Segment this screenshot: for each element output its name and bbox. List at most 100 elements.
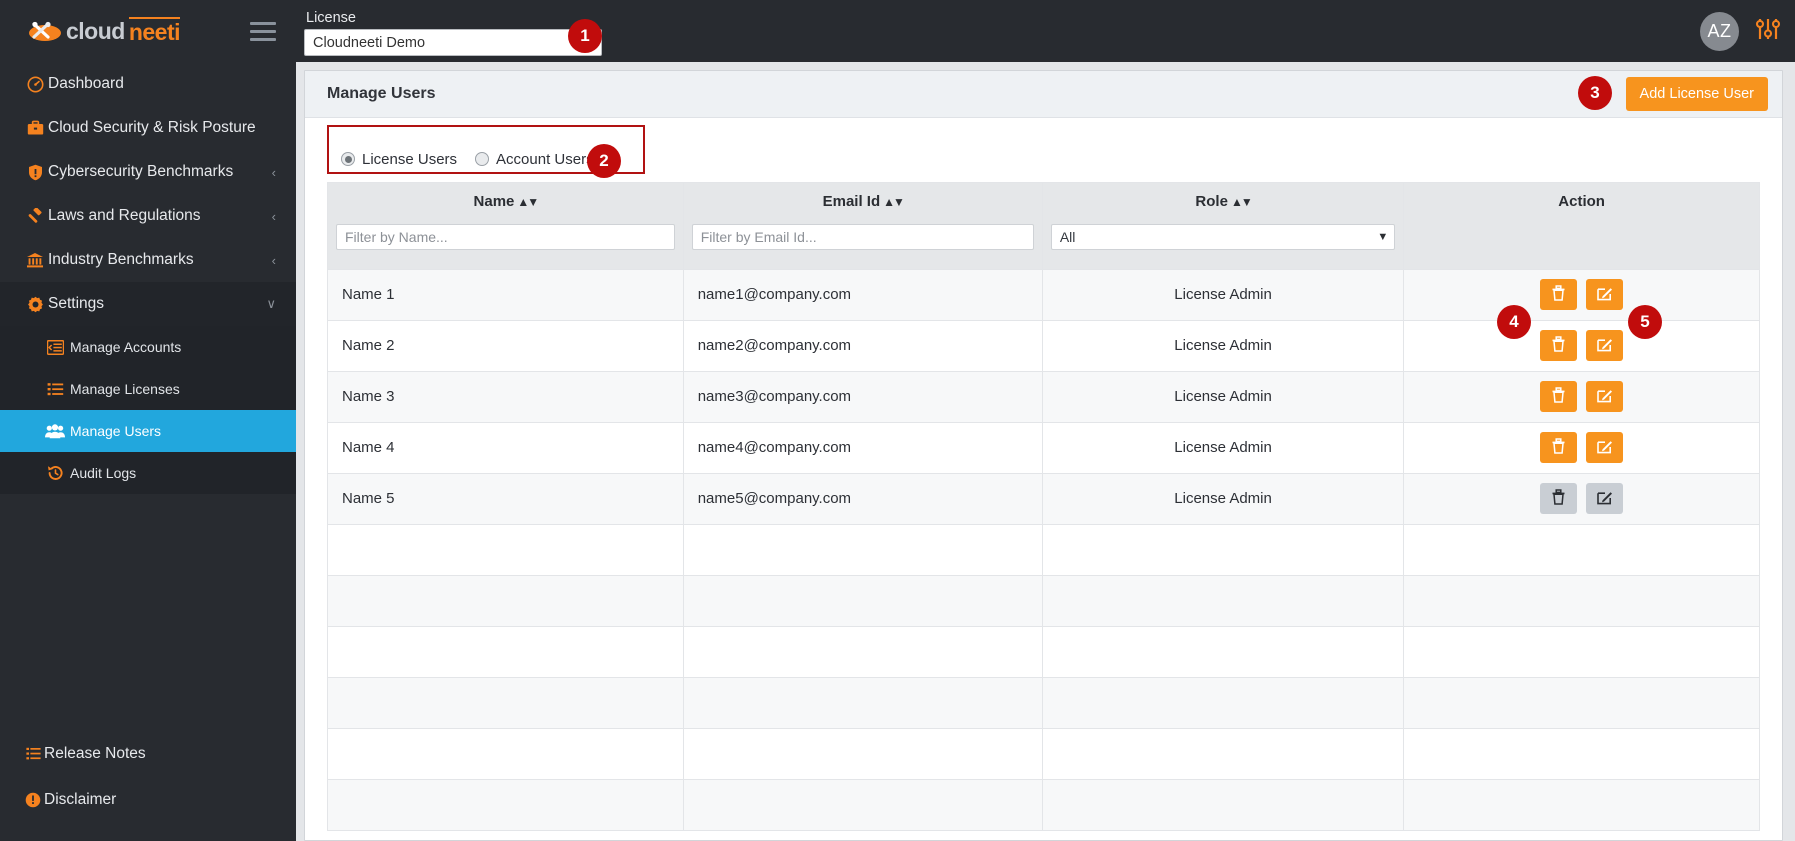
sidebar-item-label: Manage Accounts xyxy=(70,339,182,355)
sidebar-item-cloud-security-risk-posture[interactable]: Cloud Security & Risk Posture xyxy=(0,106,296,150)
edit-user-button[interactable] xyxy=(1586,432,1624,463)
logo-text-cloud: cloud xyxy=(66,17,125,44)
edit-user-button[interactable] xyxy=(1586,279,1624,310)
topbar: License Cloudneeti Demo | ▾ AZ xyxy=(296,0,1795,62)
trash-icon xyxy=(1551,336,1566,355)
gauge-icon xyxy=(22,76,48,93)
cell-email: name5@company.com xyxy=(682,472,1043,525)
column-header-label: Action xyxy=(1558,193,1605,210)
delete-user-button[interactable] xyxy=(1540,381,1578,412)
hamburger-icon[interactable] xyxy=(246,18,280,45)
column-header-role[interactable]: Role ▲▼ xyxy=(1041,182,1405,218)
sort-icon: ▲▼ xyxy=(1230,195,1253,209)
cell-empty xyxy=(1403,676,1760,729)
sidebar-item-label: Disclaimer xyxy=(44,791,117,808)
trash-icon xyxy=(1551,387,1566,406)
sidebar-item-disclaimer[interactable]: Disclaimer xyxy=(0,777,296,823)
sort-icon: ▲▼ xyxy=(517,195,539,209)
cell-empty xyxy=(682,778,1043,831)
sidebar-item-audit-logs[interactable]: Audit Logs xyxy=(0,452,296,494)
column-header-label: Role xyxy=(1195,193,1228,210)
cell-empty xyxy=(682,676,1043,729)
name-filter-input[interactable] xyxy=(336,224,675,251)
sidebar-item-release-notes[interactable]: Release Notes xyxy=(0,731,296,777)
edit-square-icon xyxy=(1596,336,1613,355)
add-license-user-button[interactable]: Add License User xyxy=(1625,77,1768,111)
cell-empty xyxy=(327,778,684,831)
table-row: Name 2 name2@company.com License Admin xyxy=(327,319,1760,372)
sidebar-item-label: Settings xyxy=(48,295,105,312)
edit-user-button[interactable] xyxy=(1586,330,1624,361)
chevron-left-icon: ‹ xyxy=(271,164,276,180)
sidebar-item-manage-accounts[interactable]: Manage Accounts xyxy=(0,326,296,368)
edit-square-icon xyxy=(1596,489,1613,508)
row-action-buttons xyxy=(1404,381,1759,412)
app-logo[interactable]: cloud neeti xyxy=(28,16,181,46)
role-filter-select[interactable]: All ▼ xyxy=(1050,224,1396,251)
radio-indicator xyxy=(475,152,490,166)
sidebar-nav: Dashboard Cloud Security & Risk Posture … xyxy=(0,62,296,731)
delete-user-button[interactable] xyxy=(1540,279,1578,310)
cell-empty xyxy=(682,523,1043,576)
sidebar-item-manage-users[interactable]: Manage Users xyxy=(0,410,296,452)
sidebar-item-laws-and-regulations[interactable]: Laws and Regulations ‹ xyxy=(0,194,296,238)
sidebar-bottom-nav: Release Notes Disclaimer xyxy=(0,731,296,841)
column-header-label: Name xyxy=(473,193,515,210)
radio-license-users[interactable]: License Users xyxy=(341,151,457,168)
page-title: Manage Users xyxy=(327,85,436,102)
gavel-icon xyxy=(22,207,48,225)
cell-empty xyxy=(327,574,684,627)
license-dropdown[interactable]: Cloudneeti Demo | ▾ xyxy=(304,29,602,56)
sidebar-item-label: Dashboard xyxy=(48,75,124,92)
sidebar-item-industry-benchmarks[interactable]: Industry Benchmarks ‹ xyxy=(0,238,296,282)
table-header-row: Name ▲▼ Email Id ▲▼ Role ▲▼ Action xyxy=(327,182,1760,218)
cell-name: Name 4 xyxy=(327,421,684,474)
sidebar: cloud neeti Dashboard Cloud Security & Ri… xyxy=(0,0,296,841)
cell-action xyxy=(1403,472,1760,525)
cell-empty xyxy=(1041,727,1405,780)
sidebar-item-dashboard[interactable]: Dashboard xyxy=(0,62,296,106)
cell-action xyxy=(1403,370,1760,423)
history-icon xyxy=(40,465,70,481)
delete-user-button xyxy=(1540,483,1578,514)
edit-user-button xyxy=(1586,483,1624,514)
edit-user-button[interactable] xyxy=(1586,381,1624,412)
row-action-buttons xyxy=(1404,432,1759,463)
email-filter-input[interactable] xyxy=(691,224,1034,251)
avatar[interactable]: AZ xyxy=(1700,11,1739,51)
table-row-empty xyxy=(327,523,1760,576)
gear-icon xyxy=(22,296,48,313)
cell-empty xyxy=(327,625,684,678)
chevron-left-icon: ‹ xyxy=(271,252,276,268)
sliders-icon[interactable] xyxy=(1755,17,1781,46)
delete-user-button[interactable] xyxy=(1540,330,1578,361)
cell-action xyxy=(1403,268,1760,321)
radio-label: Account Users xyxy=(496,150,594,168)
cell-email: name1@company.com xyxy=(682,268,1043,321)
column-header-name[interactable]: Name ▲▼ xyxy=(327,182,684,218)
row-action-buttons xyxy=(1404,483,1759,514)
column-header-email[interactable]: Email Id ▲▼ xyxy=(682,182,1043,218)
sidebar-item-settings[interactable]: Settings ∨ xyxy=(0,282,296,326)
cell-role: License Admin xyxy=(1041,421,1405,474)
sort-icon: ▲▼ xyxy=(883,195,905,209)
cell-empty xyxy=(1041,676,1405,729)
cell-name: Name 1 xyxy=(327,268,684,321)
delete-user-button[interactable] xyxy=(1540,432,1578,463)
radio-account-users[interactable]: Account Users xyxy=(475,151,594,168)
license-dropdown-value: Cloudneeti Demo xyxy=(313,34,426,51)
annotation-badge-1: 1 xyxy=(568,19,602,53)
license-selector-group: License Cloudneeti Demo | ▾ xyxy=(296,10,602,62)
sidebar-item-manage-licenses[interactable]: Manage Licenses xyxy=(0,368,296,410)
table-row-empty xyxy=(327,676,1760,729)
column-header-label: Email Id xyxy=(822,193,881,210)
cell-email: name3@company.com xyxy=(682,370,1043,423)
sidebar-item-cybersecurity-benchmarks[interactable]: Cybersecurity Benchmarks ‹ xyxy=(0,150,296,194)
table-row-empty xyxy=(327,625,1760,678)
annotation-badge-4: 4 xyxy=(1497,305,1531,339)
exclamation-circle-icon xyxy=(22,792,44,808)
topbar-right: AZ xyxy=(1700,0,1781,62)
cell-empty xyxy=(1041,778,1405,831)
cell-email: name4@company.com xyxy=(682,421,1043,474)
cell-empty xyxy=(1041,523,1405,576)
